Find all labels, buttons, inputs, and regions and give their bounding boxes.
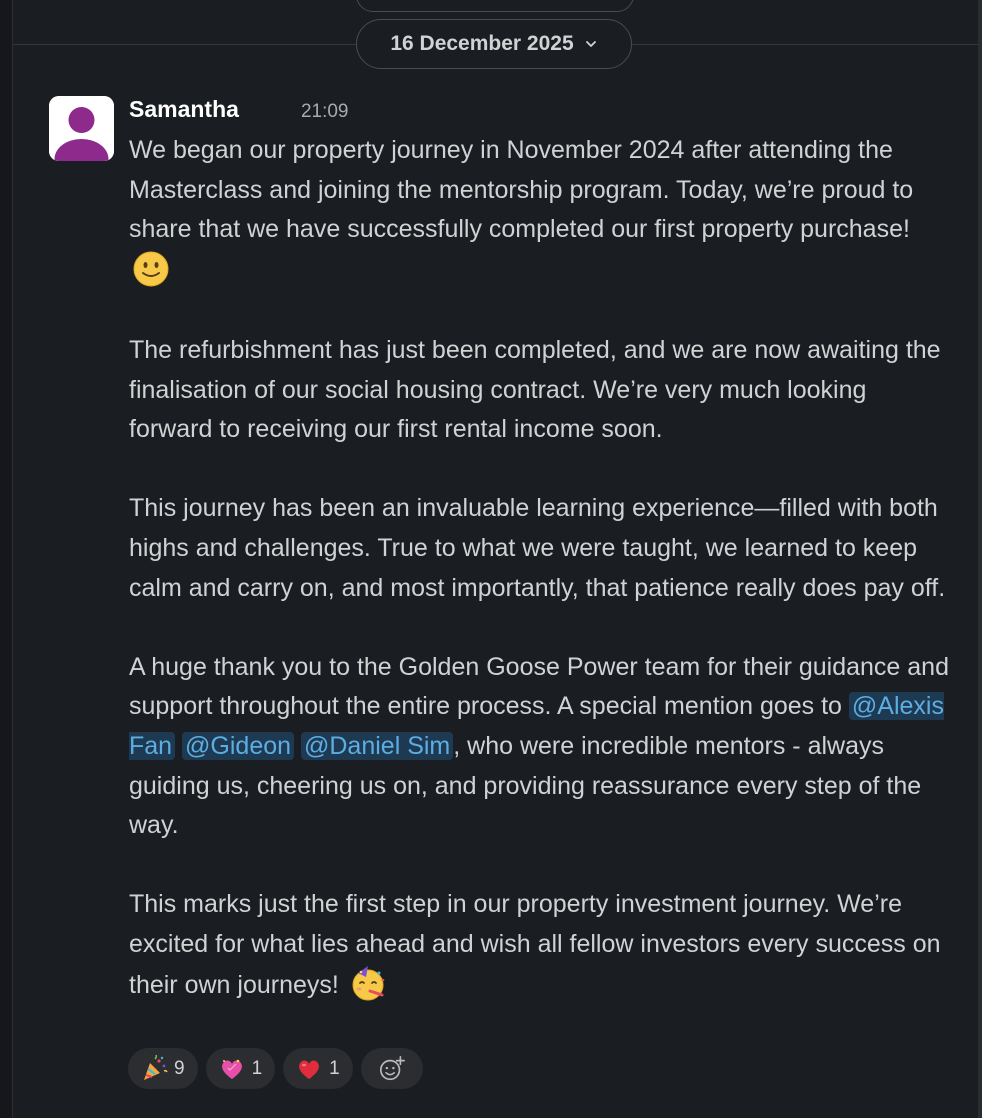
date-label: 16 December 2025: [390, 32, 574, 55]
mention-gideon[interactable]: @Gideon: [182, 731, 295, 760]
message-paragraph: This journey has been an invaluable lear…: [129, 494, 946, 602]
message-paragraph: This marks just the first step in our pr…: [129, 885, 949, 1006]
paragraph-text: This marks just the first step in our pr…: [129, 890, 941, 1000]
paragraph-text: We began our property journey in Novembe…: [129, 136, 914, 244]
reaction-pink-heart[interactable]: 1: [205, 1048, 276, 1089]
reaction-red-heart[interactable]: 1: [283, 1048, 353, 1089]
add-reaction-button[interactable]: [360, 1048, 423, 1089]
previous-date-pill[interactable]: [356, 0, 634, 12]
party-popper-icon: [140, 1054, 168, 1083]
message-paragraph: A huge thank you to the Golden Goose Pow…: [129, 648, 949, 846]
scrollbar[interactable]: [978, 0, 982, 1118]
add-emoji-icon: [378, 1055, 406, 1083]
reaction-count: 9: [174, 1057, 185, 1079]
mention-daniel-sim[interactable]: @Daniel Sim: [301, 731, 454, 760]
message-header: Samantha 21:09: [129, 96, 348, 126]
chevron-down-icon: [584, 37, 598, 51]
paragraph-text: A huge thank you to the Golden Goose Pow…: [129, 652, 949, 721]
partying-face-icon: [349, 964, 387, 1002]
reaction-party-popper[interactable]: 9: [128, 1048, 198, 1089]
message-paragraph: The refurbishment has just been complete…: [129, 335, 941, 444]
date-divider-button[interactable]: 16 December 2025: [356, 19, 632, 69]
message-pane: 16 December 2025 Samantha 21:09 We began…: [0, 0, 982, 1118]
red-heart-icon: [295, 1055, 323, 1083]
user-silhouette-icon: [49, 96, 114, 161]
message-timestamp[interactable]: 21:09: [301, 101, 349, 123]
reactions-bar: 9 1 1: [128, 1048, 423, 1089]
reaction-count: 1: [251, 1057, 263, 1079]
author-name[interactable]: Samantha: [129, 96, 239, 123]
pink-heart-icon: [218, 1055, 246, 1083]
avatar[interactable]: [49, 96, 114, 161]
message-paragraph: We began our property journey in Novembe…: [129, 131, 949, 291]
sidebar-edge: [0, 0, 13, 1118]
reaction-count: 1: [329, 1057, 340, 1079]
slightly-smiling-face-icon: [132, 250, 170, 288]
message-body: We began our property journey in Novembe…: [129, 131, 949, 1006]
